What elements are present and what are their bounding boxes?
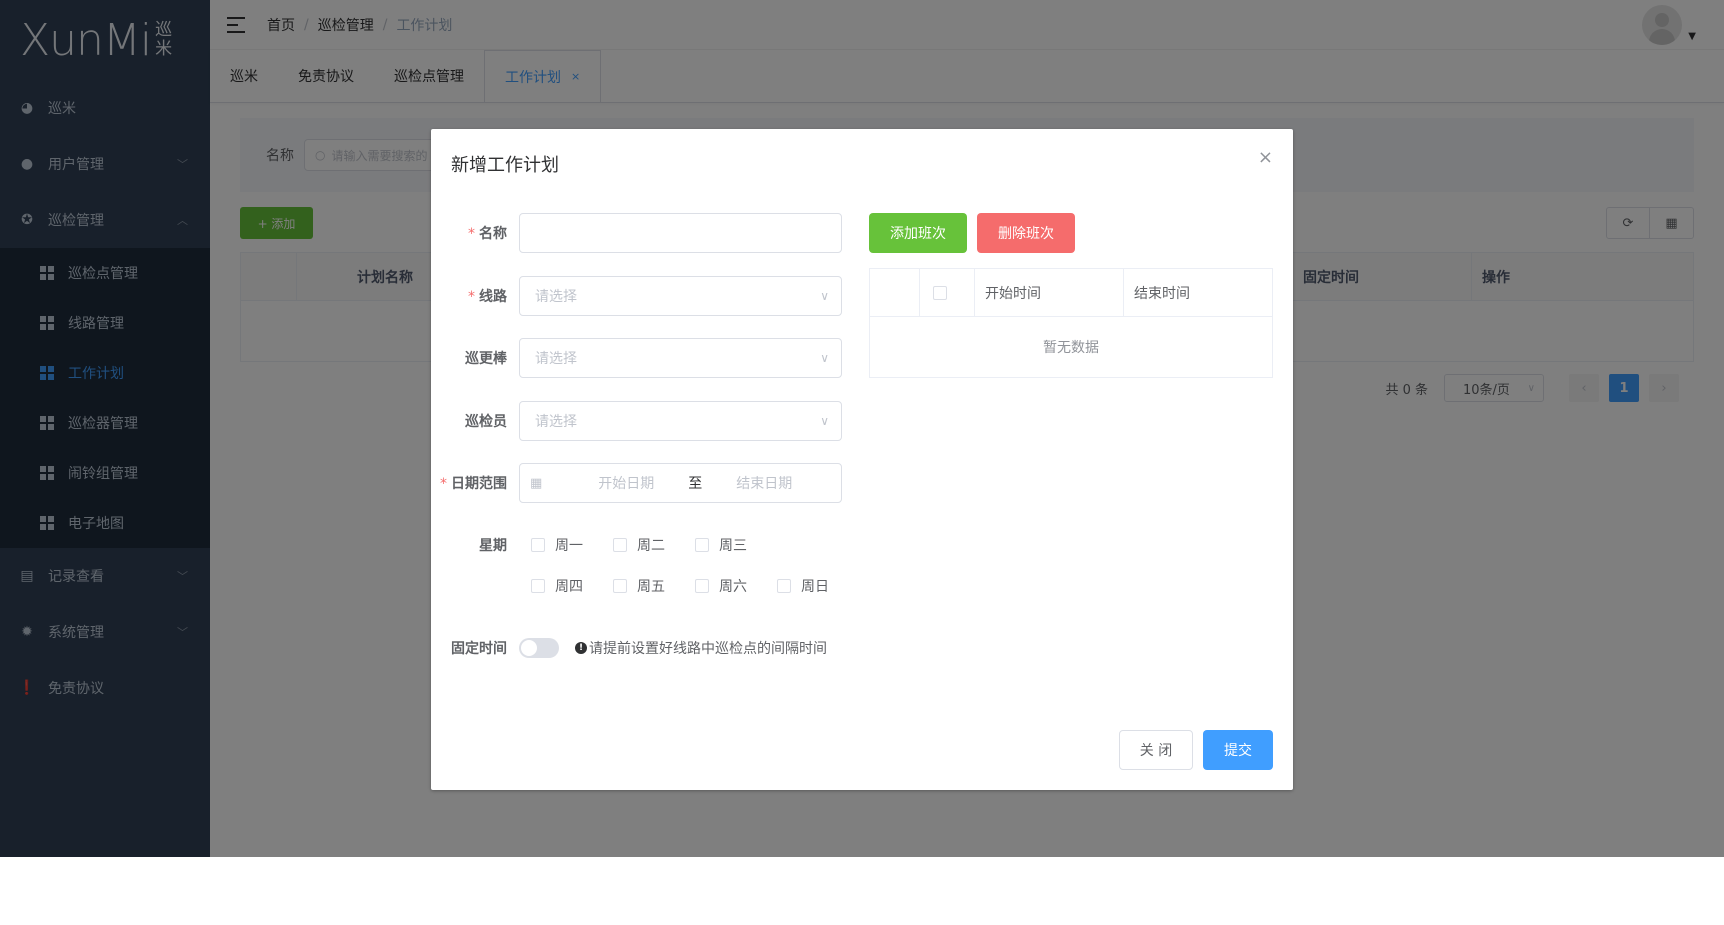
form-label: 星期	[479, 538, 507, 554]
form-label: * 名称	[468, 226, 507, 242]
checkbox[interactable]	[695, 538, 709, 552]
form-label: * 线路	[468, 289, 507, 305]
select-all-checkbox[interactable]	[933, 286, 947, 300]
fixed-time-hint: ! 请提前设置好线路中巡检点的间隔时间	[575, 638, 827, 658]
form-row-date-range: * 日期范围 ▦ 开始日期 至 结束日期	[431, 463, 842, 503]
add-work-plan-dialog: 新增工作计划 × * 名称 * 线路 请选择 ∨ 巡更棒 请选择 ∨ 巡检员 请选择…	[431, 129, 1293, 790]
form-label: * 日期范围	[440, 476, 507, 492]
empty-text: 暂无数据	[1043, 340, 1099, 356]
name-field[interactable]	[519, 213, 842, 253]
date-range-picker[interactable]: ▦ 开始日期 至 结束日期	[519, 463, 842, 503]
inspector-select[interactable]: 请选择 ∨	[519, 401, 842, 441]
checkbox[interactable]	[531, 579, 545, 593]
delete-shift-button[interactable]: 删除班次	[977, 213, 1075, 253]
close-icon[interactable]: ×	[1258, 147, 1273, 168]
checkbox[interactable]	[695, 579, 709, 593]
calendar-icon: ▦	[530, 475, 543, 491]
start-date-input[interactable]: 开始日期	[578, 473, 674, 493]
end-date-input[interactable]: 结束日期	[716, 473, 812, 493]
fixed-time-toggle[interactable]	[519, 638, 559, 658]
chevron-down-icon: ∨	[820, 289, 829, 303]
form-label: 固定时间	[451, 641, 507, 657]
checkbox[interactable]	[613, 579, 627, 593]
route-select[interactable]: 请选择 ∨	[519, 276, 842, 316]
shift-table-header: 开始时间 结束时间	[870, 269, 1272, 317]
close-button[interactable]: 关 闭	[1119, 730, 1193, 770]
chevron-down-icon: ∨	[820, 351, 829, 365]
form-row-patrol-stick: 巡更棒 请选择 ∨	[431, 338, 842, 378]
form-row-weekdays: 星期	[431, 525, 519, 565]
checkbox[interactable]	[777, 579, 791, 593]
weekday-checkbox-sun[interactable]: 周日	[777, 576, 859, 596]
checkbox[interactable]	[613, 538, 627, 552]
shift-table: 开始时间 结束时间 暂无数据	[869, 268, 1273, 378]
weekday-checkbox-tue[interactable]: 周二	[613, 535, 695, 555]
table-header-cell: 开始时间	[975, 269, 1124, 317]
bottom-area	[0, 857, 1724, 925]
form-row-inspector: 巡检员 请选择 ∨	[431, 401, 842, 441]
form-row-name: * 名称	[431, 213, 842, 253]
weekday-checkbox-wed[interactable]: 周三	[695, 535, 777, 555]
weekday-checkbox-sat[interactable]: 周六	[695, 576, 777, 596]
form-label: 巡检员	[465, 414, 507, 430]
weekday-checkboxes-row2: 周四 周五 周六 周日	[531, 576, 859, 596]
add-shift-button[interactable]: 添加班次	[869, 213, 967, 253]
form-row-fixed-time: 固定时间 ! 请提前设置好线路中巡检点的间隔时间	[431, 628, 827, 668]
checkbox[interactable]	[531, 538, 545, 552]
form-label: 巡更棒	[465, 351, 507, 367]
weekday-checkboxes-row1: 周一 周二 周三	[531, 535, 777, 555]
table-header-cell	[870, 269, 920, 317]
select-all-checkbox-cell	[920, 269, 975, 317]
weekday-checkbox-mon[interactable]: 周一	[531, 535, 613, 555]
info-icon: !	[575, 642, 587, 654]
table-header-cell: 结束时间	[1134, 286, 1190, 302]
weekday-checkbox-fri[interactable]: 周五	[613, 576, 695, 596]
form-row-route: * 线路 请选择 ∨	[431, 276, 842, 316]
weekday-checkbox-thu[interactable]: 周四	[531, 576, 613, 596]
dialog-title: 新增工作计划	[451, 155, 559, 176]
patrol-stick-select[interactable]: 请选择 ∨	[519, 338, 842, 378]
submit-button[interactable]: 提交	[1203, 730, 1273, 770]
chevron-down-icon: ∨	[820, 414, 829, 428]
